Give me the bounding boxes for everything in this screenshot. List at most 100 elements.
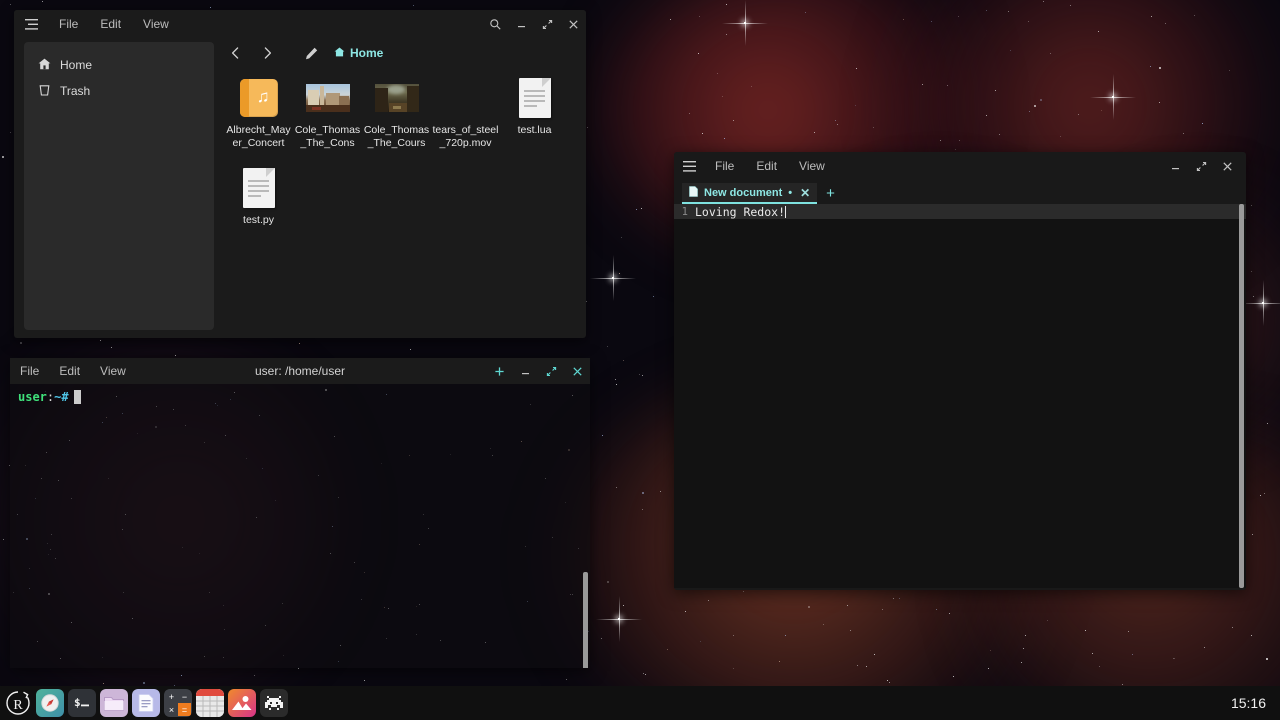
hamburger-menu-icon[interactable] xyxy=(14,10,48,38)
prompt-user: user xyxy=(18,390,47,404)
editor-tab-label: New document xyxy=(704,186,783,199)
menu-edit[interactable]: Edit xyxy=(745,152,788,180)
sidebar-label-trash: Trash xyxy=(60,84,91,98)
bright-star xyxy=(1090,74,1136,120)
maximize-icon[interactable] xyxy=(1188,152,1214,180)
calendar-icon[interactable] xyxy=(196,689,224,717)
breadcrumb-label: Home xyxy=(350,46,384,60)
chevron-right-icon[interactable] xyxy=(256,41,278,65)
file-item[interactable]: test.py xyxy=(224,166,293,227)
bright-star xyxy=(590,255,636,301)
file-manager-window[interactable]: File Edit View Home Trash Home ♫ Albrech… xyxy=(14,10,586,338)
svg-text:=: = xyxy=(182,705,187,715)
editor-tab-new-document[interactable]: New document • ✕ xyxy=(682,183,818,204)
minimize-icon[interactable] xyxy=(508,10,534,38)
file-item[interactable]: Cole_Thomas_The_Cours xyxy=(362,76,431,150)
menu-file[interactable]: File xyxy=(48,10,89,38)
terminal-scrollbar[interactable] xyxy=(583,572,588,668)
maximize-icon[interactable] xyxy=(538,358,564,384)
home-icon xyxy=(334,46,345,60)
file-item[interactable]: tears_of_steel_720p.mov xyxy=(431,76,500,150)
file-manager-main: Home ♫ Albrecht_Mayer_Concert Cole_Thoma… xyxy=(214,38,586,338)
minimize-icon[interactable] xyxy=(512,358,538,384)
file-manager-icon[interactable] xyxy=(100,689,128,717)
editor-window-controls xyxy=(1162,152,1246,180)
svg-text:R: R xyxy=(13,698,23,713)
file-manager-toolbar: Home xyxy=(220,38,586,68)
file-label: tears_of_steel_720p.mov xyxy=(432,124,499,149)
menu-view[interactable]: View xyxy=(132,10,180,38)
file-manager-sidebar[interactable]: Home Trash xyxy=(24,42,214,330)
terminal-output-area[interactable]: user:~# xyxy=(10,384,590,668)
document-file-icon xyxy=(511,76,559,120)
menu-file[interactable]: File xyxy=(10,358,49,384)
menu-view[interactable]: View xyxy=(788,152,836,180)
file-item[interactable]: Cole_Thomas_The_Cons xyxy=(293,76,362,150)
breadcrumb[interactable]: Home xyxy=(334,46,383,60)
new-tab-button[interactable]: + xyxy=(817,186,843,204)
file-label: Cole_Thomas_The_Cours xyxy=(363,124,430,149)
sidebar-item-home[interactable]: Home xyxy=(24,52,214,78)
editor-titlebar[interactable]: File Edit View xyxy=(674,152,1246,180)
terminal-prompt-line: user:~# xyxy=(18,390,582,404)
editor-tab-modified-marker: • xyxy=(788,186,793,199)
taskbar-clock: 15:16 xyxy=(1230,695,1266,711)
file-label: Albrecht_Mayer_Concert xyxy=(226,124,291,149)
bright-star xyxy=(722,0,768,46)
calculator-icon[interactable]: + − × = xyxy=(164,689,192,717)
text-editor-icon[interactable] xyxy=(132,689,160,717)
line-number: 1 xyxy=(681,205,688,218)
image-viewer-icon[interactable] xyxy=(228,689,256,717)
code-line[interactable]: 1 Loving Redox! xyxy=(674,204,1246,219)
terminal-window-controls xyxy=(486,358,590,384)
file-manager-body: Home Trash Home ♫ Albrecht_Mayer_Concert… xyxy=(14,38,586,338)
image-thumbnail xyxy=(304,76,352,120)
editor-tabbar[interactable]: New document • ✕ + xyxy=(674,180,1246,204)
sidebar-label-home: Home xyxy=(60,58,93,72)
close-icon[interactable] xyxy=(560,10,586,38)
video-file-icon-missing xyxy=(442,76,490,120)
close-icon[interactable] xyxy=(564,358,590,384)
terminal-window[interactable]: File Edit View user: /home/user user:~# xyxy=(10,358,590,668)
menu-edit[interactable]: Edit xyxy=(89,10,132,38)
terminal-cursor xyxy=(73,390,81,404)
close-icon[interactable] xyxy=(1214,152,1240,180)
file-label: test.lua xyxy=(517,124,552,136)
taskbar[interactable]: R $ + − × = 15:16 xyxy=(0,686,1280,720)
add-tab-icon[interactable] xyxy=(486,358,512,384)
chevron-left-icon[interactable] xyxy=(224,41,246,65)
file-label: test.py xyxy=(243,214,274,226)
line-text: Loving Redox! xyxy=(695,204,786,219)
text-editor-window[interactable]: File Edit View New document • ✕ + 1 Lovi… xyxy=(674,152,1246,590)
image-thumbnail xyxy=(373,76,421,120)
svg-text:−: − xyxy=(182,692,187,702)
file-item[interactable]: ♫ Albrecht_Mayer_Concert xyxy=(224,76,293,150)
redox-logo[interactable]: R xyxy=(4,689,32,717)
game-invader-icon[interactable] xyxy=(260,689,288,717)
terminal-icon[interactable]: $ xyxy=(68,689,96,717)
music-file-icon: ♫ xyxy=(235,76,283,120)
menu-file[interactable]: File xyxy=(704,152,745,180)
home-icon xyxy=(38,58,51,73)
minimize-icon[interactable] xyxy=(1162,152,1188,180)
close-icon[interactable]: ✕ xyxy=(800,186,810,200)
sidebar-item-trash[interactable]: Trash xyxy=(24,78,214,104)
svg-text:$: $ xyxy=(74,696,81,709)
file-manager-window-controls xyxy=(482,10,586,38)
document-icon xyxy=(689,185,698,200)
editor-text-area[interactable]: 1 Loving Redox! xyxy=(674,204,1246,588)
terminal-titlebar[interactable]: File Edit View user: /home/user xyxy=(10,358,590,384)
file-item[interactable]: test.lua xyxy=(500,76,569,150)
file-label: Cole_Thomas_The_Cons xyxy=(294,124,361,149)
menu-edit[interactable]: Edit xyxy=(49,358,90,384)
file-grid[interactable]: ♫ Albrecht_Mayer_Concert Cole_Thomas_The… xyxy=(220,68,586,235)
hamburger-menu-icon[interactable] xyxy=(674,152,704,180)
browser-compass-icon[interactable] xyxy=(36,689,64,717)
pencil-icon[interactable] xyxy=(300,41,322,65)
file-manager-titlebar[interactable]: File Edit View xyxy=(14,10,586,38)
maximize-icon[interactable] xyxy=(534,10,560,38)
search-icon[interactable] xyxy=(482,10,508,38)
editor-scrollbar[interactable] xyxy=(1239,204,1244,588)
menu-view[interactable]: View xyxy=(90,358,136,384)
svg-text:+: + xyxy=(169,692,174,702)
